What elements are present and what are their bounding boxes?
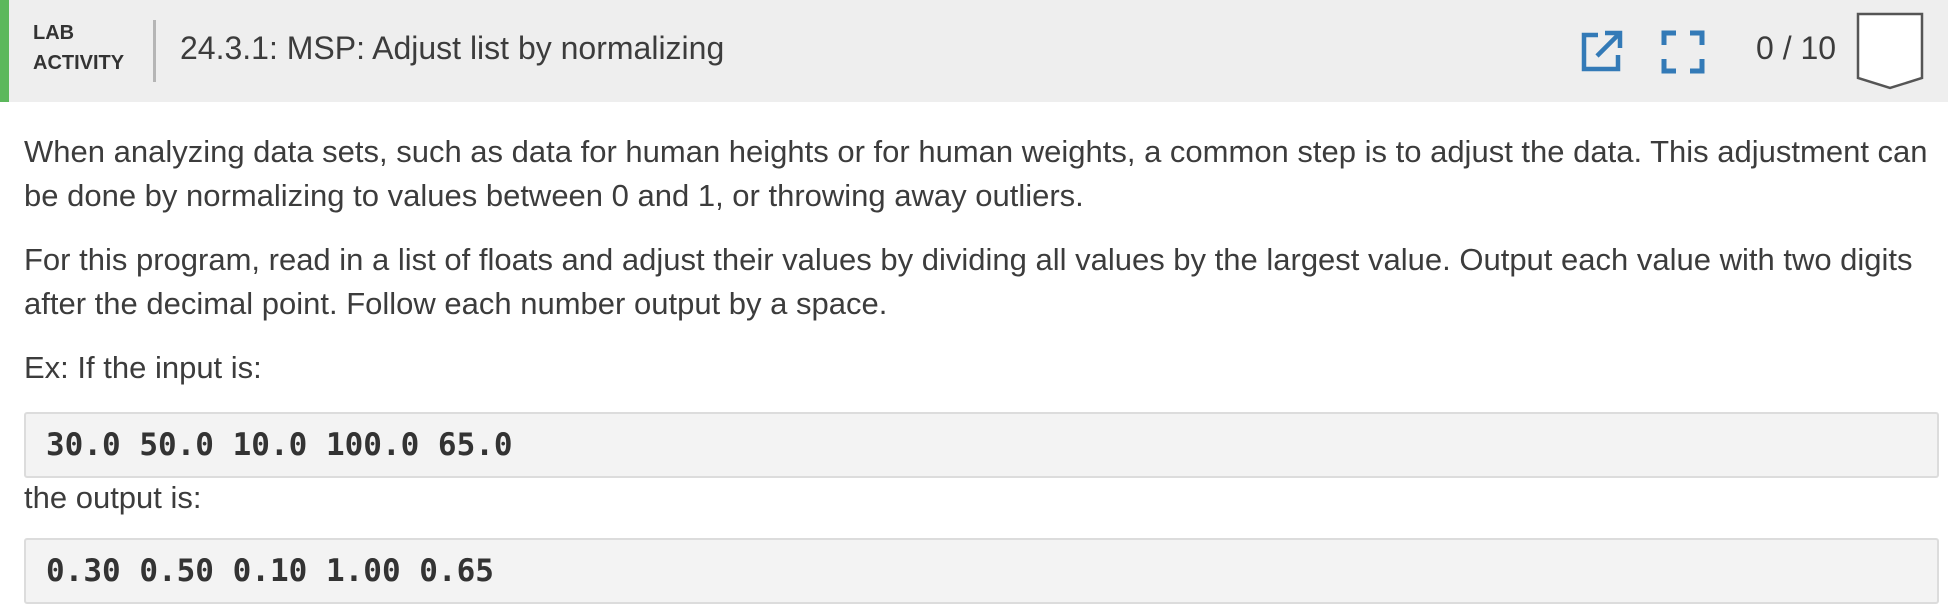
example-input-code: 30.0 50.0 10.0 100.0 65.0	[24, 412, 1939, 478]
lab-label-line2: ACTIVITY	[33, 52, 125, 74]
header-accent-bar	[0, 0, 9, 102]
fullscreen-icon[interactable]	[1660, 29, 1706, 75]
activity-header: LAB ACTIVITY 24.3.1: MSP: Adjust list by…	[0, 0, 1948, 102]
completion-badge-icon	[1856, 12, 1924, 90]
example-intro: Ex: If the input is:	[24, 350, 262, 385]
lab-label-line1: LAB	[33, 22, 75, 44]
instructions-paragraph: For this program, read in a list of floa…	[24, 242, 1913, 321]
output-intro: the output is:	[24, 480, 202, 515]
intro-paragraph: When analyzing data sets, such as data f…	[24, 134, 1928, 213]
activity-content: When analyzing data sets, such as data f…	[24, 130, 1939, 604]
open-in-new-icon[interactable]	[1578, 29, 1624, 75]
score-display: 0 / 10	[1756, 30, 1837, 66]
lab-activity-label: LAB ACTIVITY	[33, 18, 124, 78]
header-divider	[153, 20, 156, 82]
activity-title: 24.3.1: MSP: Adjust list by normalizing	[180, 30, 725, 66]
example-output-code: 0.30 0.50 0.10 1.00 0.65	[24, 538, 1939, 604]
